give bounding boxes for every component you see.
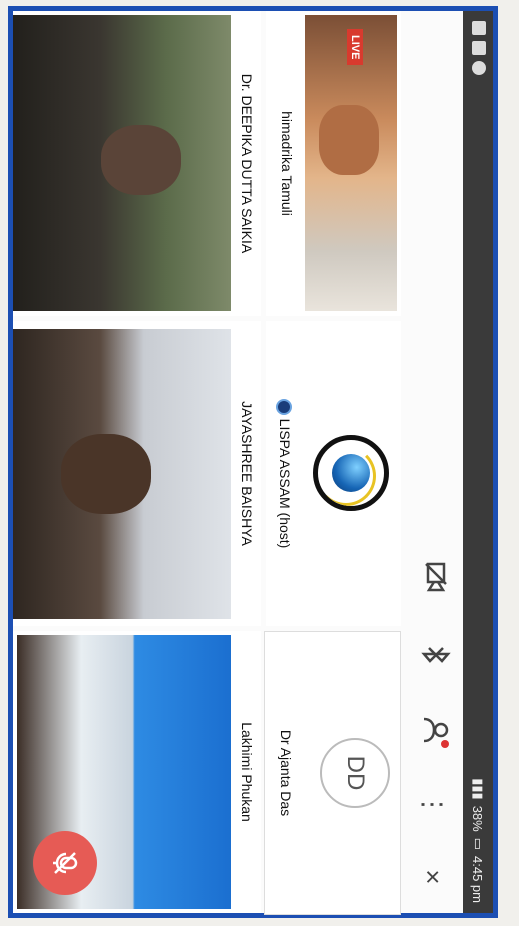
mute-mic-button[interactable] <box>33 831 97 895</box>
status-right: ▮▮▮ 38% ▭ 4:45 pm <box>470 778 487 903</box>
photo-frame: ▮▮▮ 38% ▭ 4:45 pm × ⋮ DD Dr Ajanta Das L… <box>8 6 498 918</box>
participant-tile-himadrika[interactable]: LIVE himadrika Tamuli <box>266 11 401 316</box>
video-feed <box>13 15 231 311</box>
participant-tile-lakhimi[interactable]: Lakhimi Phukan <box>13 631 261 913</box>
clock: 4:45 pm <box>470 856 486 903</box>
more-icon[interactable]: ⋮ <box>415 787 451 823</box>
app-icon <box>472 41 486 55</box>
video-feed: LIVE <box>305 15 397 311</box>
video-feed <box>13 329 231 619</box>
notification-dot <box>441 740 449 748</box>
status-bar: ▮▮▮ 38% ▭ 4:45 pm <box>463 11 493 913</box>
participant-tile-jayashree[interactable]: JAYASHREE BAISHYA <box>13 321 261 626</box>
circle-app-icon <box>472 61 486 75</box>
participant-tile-host[interactable]: LISPA ASSAM (host) <box>266 321 401 626</box>
call-toolbar: × ⋮ <box>403 11 463 913</box>
host-logo <box>313 435 389 511</box>
host-indicator-icon <box>275 398 292 415</box>
notification-icons <box>472 21 486 75</box>
participant-name: Lakhimi Phukan <box>239 722 255 822</box>
bluetooth-icon[interactable] <box>415 637 451 673</box>
image-icon <box>472 21 486 35</box>
participant-tile-deepika[interactable]: Dr. DEEPIKA DUTTA SAIKIA <box>13 11 261 316</box>
participants-icon[interactable] <box>415 712 451 748</box>
participant-tile-ajanta[interactable]: DD Dr Ajanta Das <box>264 631 401 915</box>
participant-name: Dr. DEEPIKA DUTTA SAIKIA <box>239 73 255 254</box>
signal-icon: ▮▮▮ <box>471 778 486 800</box>
battery-text: 38% <box>470 805 486 832</box>
close-icon[interactable]: × <box>415 859 451 895</box>
participant-name: LISPA ASSAM (host) <box>275 321 293 626</box>
phone-screen: ▮▮▮ 38% ▭ 4:45 pm × ⋮ DD Dr Ajanta Das L… <box>13 11 493 915</box>
participant-name: himadrika Tamuli <box>279 111 295 216</box>
video-off-icon[interactable] <box>415 559 451 595</box>
participant-name: Dr Ajanta Das <box>278 729 294 817</box>
participant-name: JAYASHREE BAISHYA <box>239 401 255 546</box>
battery-icon: ▭ <box>471 837 486 851</box>
avatar: DD <box>320 738 390 808</box>
live-badge: LIVE <box>347 29 363 66</box>
